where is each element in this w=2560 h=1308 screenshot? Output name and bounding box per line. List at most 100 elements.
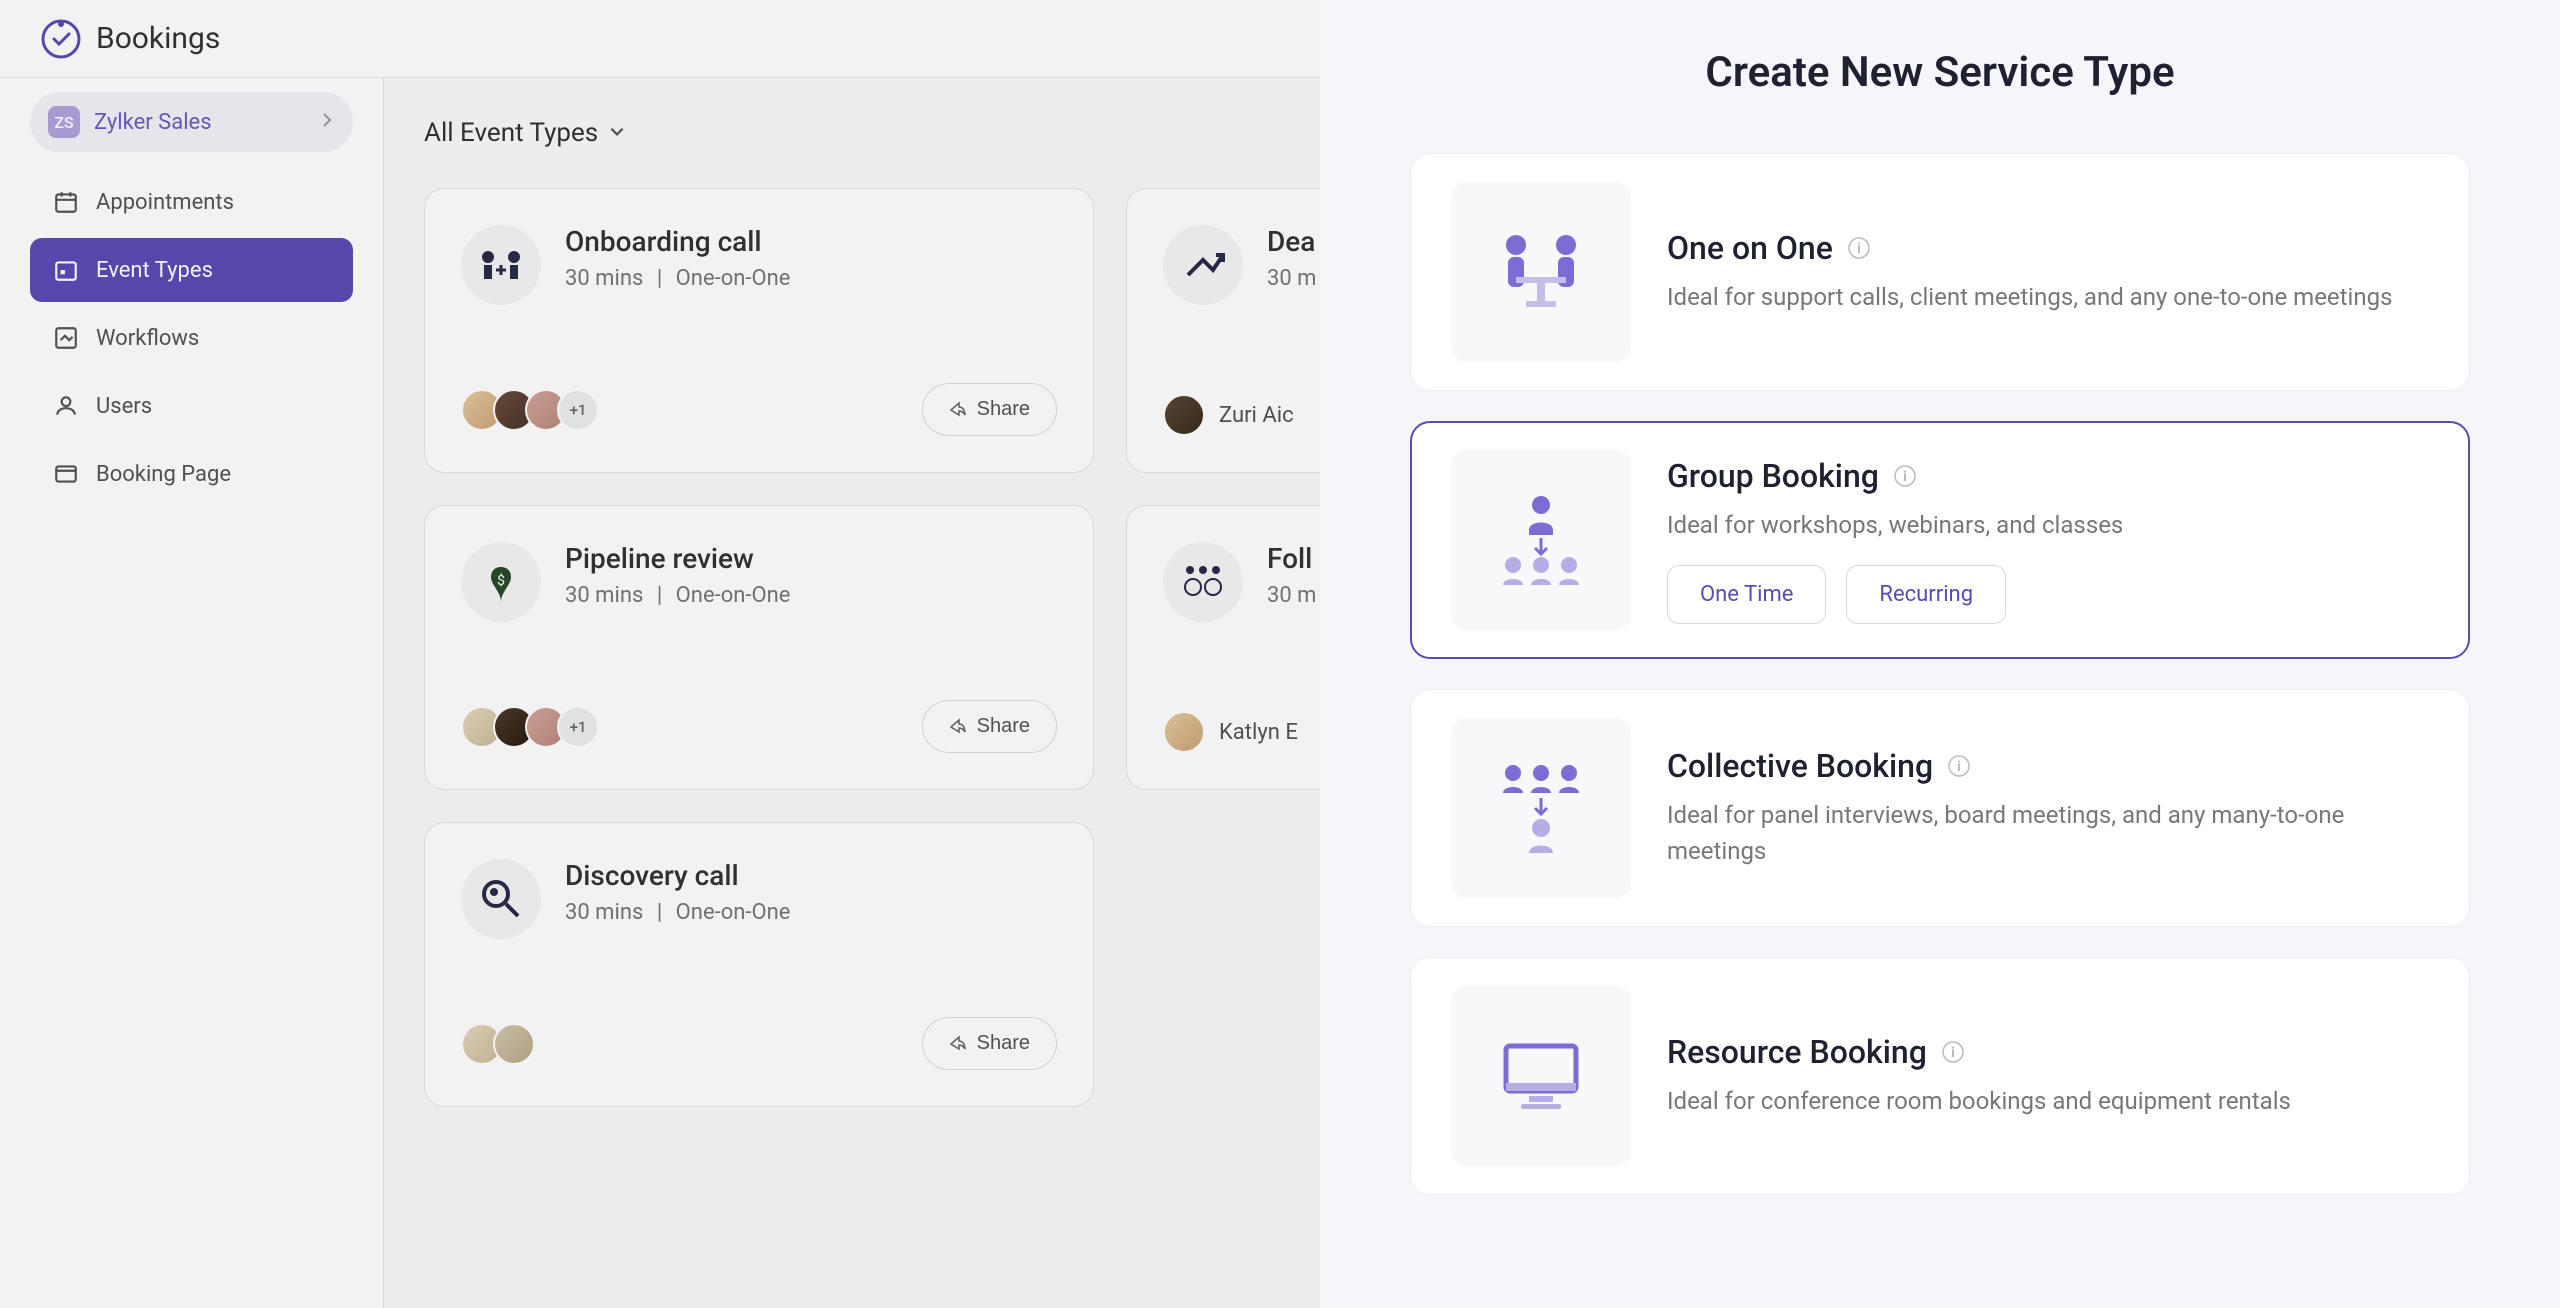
event-duration: 30 mins xyxy=(565,266,643,291)
deal-icon xyxy=(1163,225,1243,305)
share-button[interactable]: Share xyxy=(922,700,1057,753)
app-title: Bookings xyxy=(96,21,220,56)
avatar-name: Zuri Aic xyxy=(1219,403,1294,428)
info-icon[interactable]: i xyxy=(1941,1040,1965,1064)
avatar-name: Katlyn E xyxy=(1219,720,1298,745)
sub-option-recurring[interactable]: Recurring xyxy=(1846,565,2006,624)
workspace-selector[interactable]: ZS Zylker Sales xyxy=(30,92,353,152)
sidebar: ZS Zylker Sales Appointments Event Types xyxy=(0,78,384,1308)
service-option-resource-booking[interactable]: Resource Booking i Ideal for conference … xyxy=(1410,957,2470,1195)
event-title: Dea xyxy=(1267,225,1316,258)
nav-item-users[interactable]: Users xyxy=(30,374,353,438)
svg-text:i: i xyxy=(1857,241,1861,257)
svg-text:i: i xyxy=(1951,1045,1955,1061)
onboarding-icon xyxy=(461,225,541,305)
workspace-badge: ZS xyxy=(48,106,80,138)
modal-title: Create New Service Type xyxy=(1320,0,2560,153)
nav-label: Workflows xyxy=(96,326,199,351)
event-duration: 30 m xyxy=(1267,266,1316,291)
group-booking-icon xyxy=(1451,450,1631,630)
service-title: One on One xyxy=(1667,229,1833,267)
nav-label: Appointments xyxy=(96,190,234,215)
info-icon[interactable]: i xyxy=(1947,754,1971,778)
create-service-type-modal: Create New Service Type One on One i Ide… xyxy=(1320,0,2560,1308)
service-desc: Ideal for panel interviews, board meetin… xyxy=(1667,797,2429,869)
service-desc: Ideal for workshops, webinars, and class… xyxy=(1667,507,2429,543)
event-duration: 30 m xyxy=(1267,583,1316,608)
event-title: Foll xyxy=(1267,542,1316,575)
svg-text:$: $ xyxy=(497,572,505,589)
avatar xyxy=(493,1023,535,1065)
workspace-name: Zylker Sales xyxy=(94,110,319,135)
event-meta: 30 mins | One-on-One xyxy=(565,266,790,291)
discovery-icon xyxy=(461,859,541,939)
nav-list: Appointments Event Types Workflows Users xyxy=(0,170,383,506)
content-title: All Event Types xyxy=(424,118,598,148)
nav-item-event-types[interactable]: Event Types xyxy=(30,238,353,302)
info-icon[interactable]: i xyxy=(1847,236,1871,260)
event-card[interactable]: Onboarding call 30 mins | One-on-One +1 xyxy=(424,188,1094,473)
avatar-group xyxy=(461,1023,535,1065)
chevron-right-icon xyxy=(319,112,335,132)
nav-item-workflows[interactable]: Workflows xyxy=(30,306,353,370)
event-type: One-on-One xyxy=(676,900,791,925)
share-icon xyxy=(949,1035,967,1053)
share-label: Share xyxy=(977,1032,1030,1055)
avatar xyxy=(1163,394,1205,436)
avatar-extra-count: +1 xyxy=(557,389,599,431)
resource-booking-icon xyxy=(1451,986,1631,1166)
nav-item-appointments[interactable]: Appointments xyxy=(30,170,353,234)
pipeline-icon: $ xyxy=(461,542,541,622)
nav-item-booking-page[interactable]: Booking Page xyxy=(30,442,353,506)
nav-label: Event Types xyxy=(96,258,213,283)
followup-icon xyxy=(1163,542,1243,622)
service-option-group-booking[interactable]: Group Booking i Ideal for workshops, web… xyxy=(1410,421,2470,659)
event-meta: 30 m xyxy=(1267,583,1316,608)
service-desc: Ideal for conference room bookings and e… xyxy=(1667,1083,2429,1119)
avatar-group: +1 xyxy=(461,389,599,431)
service-option-collective-booking[interactable]: Collective Booking i Ideal for panel int… xyxy=(1410,689,2470,927)
event-title: Pipeline review xyxy=(565,542,790,575)
one-on-one-icon xyxy=(1451,182,1631,362)
share-icon xyxy=(949,401,967,419)
nav-label: Users xyxy=(96,394,152,419)
workflows-icon xyxy=(52,324,80,352)
service-title: Collective Booking xyxy=(1667,747,1933,785)
event-meta: 30 mins | One-on-One xyxy=(565,583,790,608)
service-option-one-on-one[interactable]: One on One i Ideal for support calls, cl… xyxy=(1410,153,2470,391)
service-desc: Ideal for support calls, client meetings… xyxy=(1667,279,2429,315)
users-icon xyxy=(52,392,80,420)
event-duration: 30 mins xyxy=(565,583,643,608)
share-icon xyxy=(949,718,967,736)
event-type: One-on-One xyxy=(676,266,791,291)
app-logo-icon xyxy=(40,18,82,60)
event-meta: 30 m xyxy=(1267,266,1316,291)
event-duration: 30 mins xyxy=(565,900,643,925)
svg-text:i: i xyxy=(1903,469,1907,485)
share-button[interactable]: Share xyxy=(922,1017,1057,1070)
share-label: Share xyxy=(977,398,1030,421)
event-title: Discovery call xyxy=(565,859,790,892)
event-type: One-on-One xyxy=(676,583,791,608)
booking-page-icon xyxy=(52,460,80,488)
avatar-extra-count: +1 xyxy=(557,706,599,748)
service-title: Resource Booking xyxy=(1667,1033,1927,1071)
share-label: Share xyxy=(977,715,1030,738)
collective-booking-icon xyxy=(1451,718,1631,898)
nav-label: Booking Page xyxy=(96,462,231,487)
sub-option-one-time[interactable]: One Time xyxy=(1667,565,1826,624)
service-title: Group Booking xyxy=(1667,457,1879,495)
chevron-down-icon[interactable] xyxy=(608,122,626,144)
avatar-group: Katlyn E xyxy=(1163,711,1298,753)
share-button[interactable]: Share xyxy=(922,383,1057,436)
avatar-group: Zuri Aic xyxy=(1163,394,1294,436)
event-card[interactable]: Discovery call 30 mins | One-on-One xyxy=(424,822,1094,1107)
event-title: Onboarding call xyxy=(565,225,790,258)
svg-text:i: i xyxy=(1957,759,1961,775)
info-icon[interactable]: i xyxy=(1893,464,1917,488)
calendar-icon xyxy=(52,188,80,216)
event-meta: 30 mins | One-on-One xyxy=(565,900,790,925)
avatar xyxy=(1163,711,1205,753)
event-card[interactable]: $ Pipeline review 30 mins | One-on-One xyxy=(424,505,1094,790)
avatar-group: +1 xyxy=(461,706,599,748)
